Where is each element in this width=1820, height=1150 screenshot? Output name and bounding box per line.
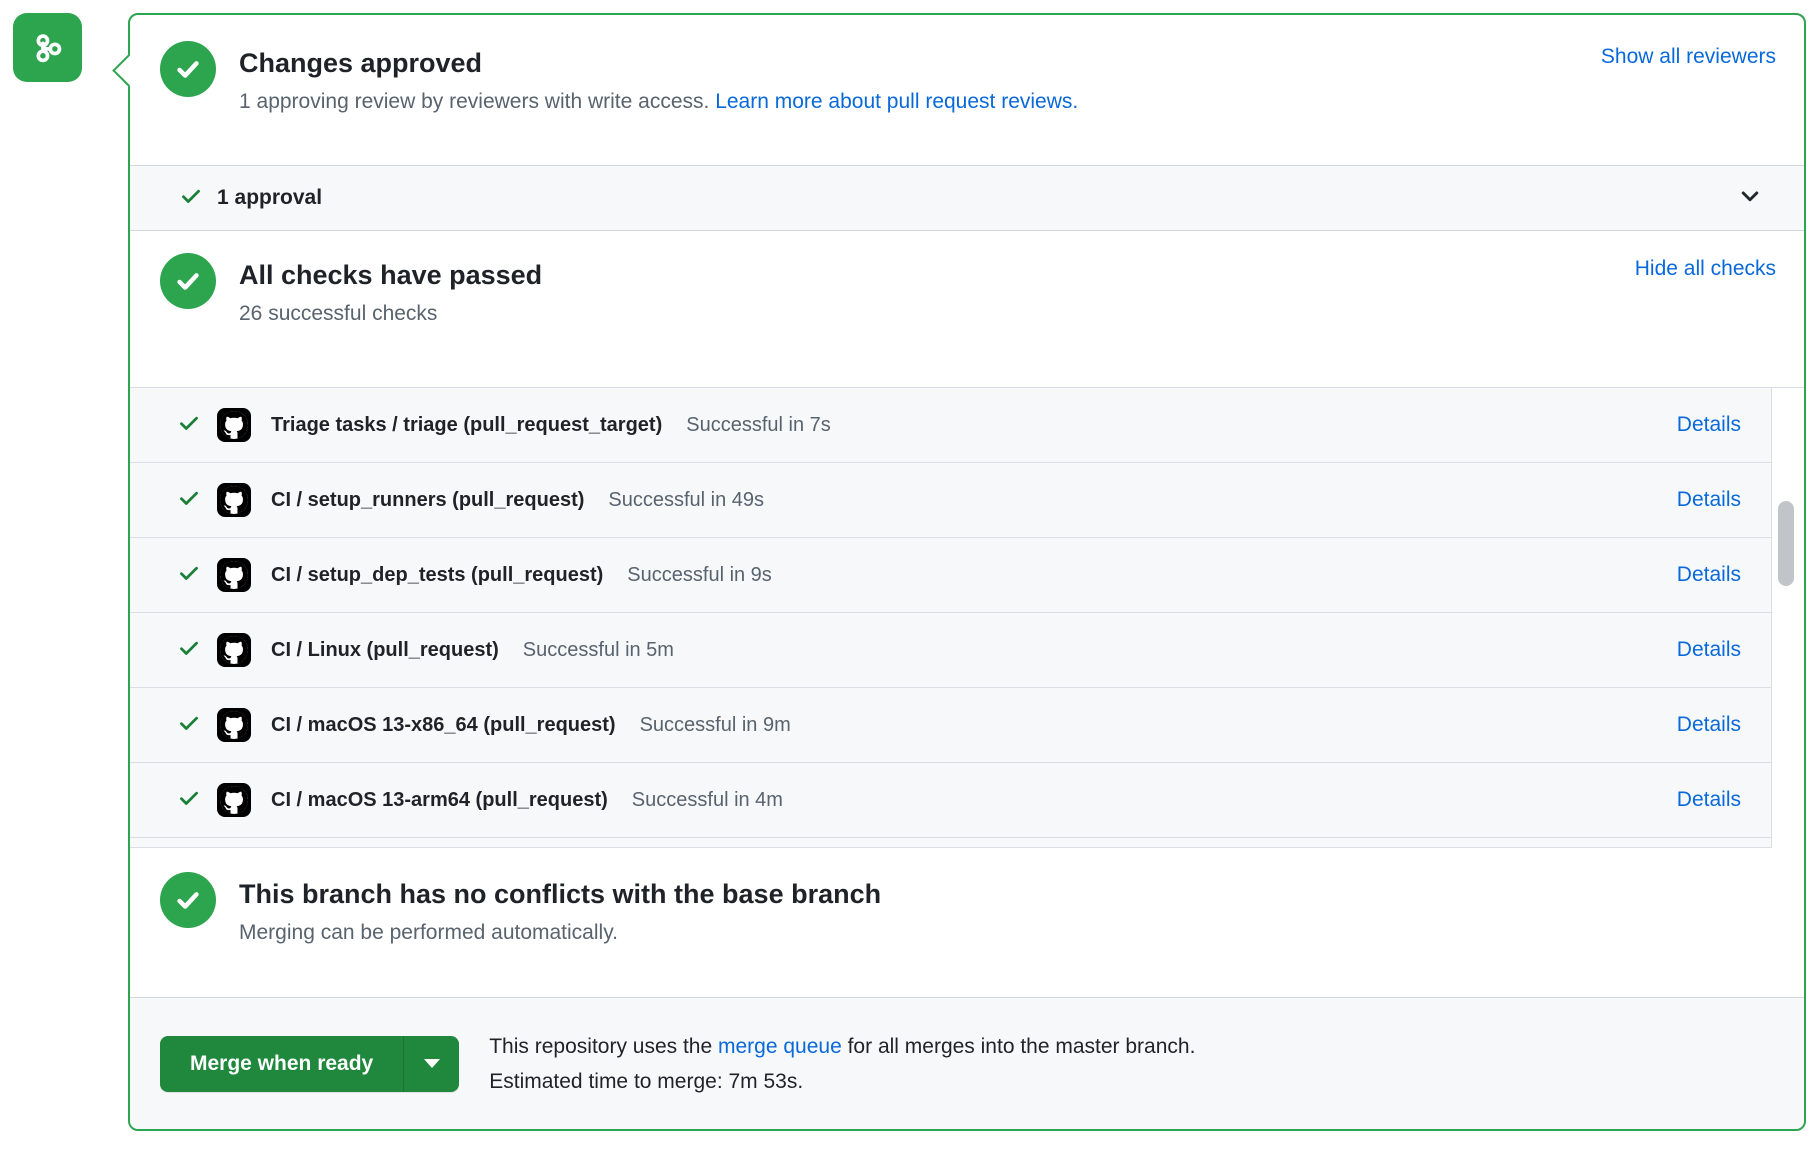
learn-more-link[interactable]: Learn more about pull request reviews. — [715, 90, 1078, 113]
check-status: Successful in 5m — [523, 639, 674, 662]
review-title: Changes approved — [239, 47, 1078, 79]
check-status: Successful in 9s — [627, 564, 772, 587]
review-subtitle: 1 approving review by reviewers with wri… — [239, 88, 1078, 115]
github-actions-avatar — [217, 558, 251, 592]
github-actions-avatar — [217, 708, 251, 742]
check-status: Successful in 9m — [640, 714, 791, 737]
check-name: Triage tasks / triage (pull_request_targ… — [271, 414, 662, 437]
check-row: CI / Linux (pull_request) Successful in … — [130, 613, 1771, 688]
github-actions-avatar — [217, 633, 251, 667]
check-status: Successful in 7s — [686, 414, 831, 437]
check-status: Successful in 4m — [632, 789, 783, 812]
checks-section: All checks have passed 26 successful che… — [130, 231, 1804, 387]
check-icon — [178, 637, 200, 664]
checks-list: Triage tasks / triage (pull_request_targ… — [130, 387, 1804, 848]
details-link[interactable]: Details — [1677, 563, 1741, 587]
check-icon — [178, 562, 200, 589]
hide-all-checks-link[interactable]: Hide all checks — [1635, 253, 1776, 281]
review-section: Changes approved 1 approving review by r… — [130, 15, 1804, 165]
check-row: CI / macOS 13-x86_64 (pull_request) Succ… — [130, 688, 1771, 763]
details-link[interactable]: Details — [1677, 638, 1741, 662]
partial-check-row — [130, 838, 1771, 848]
github-actions-avatar — [217, 483, 251, 517]
merge-footer: Merge when ready This repository uses th… — [130, 997, 1804, 1129]
check-row: CI / setup_runners (pull_request) Succes… — [130, 463, 1771, 538]
github-actions-avatar — [217, 408, 251, 442]
checks-subtitle: 26 successful checks — [239, 300, 542, 327]
conflicts-subtitle: Merging can be performed automatically. — [239, 919, 881, 946]
show-all-reviewers-link[interactable]: Show all reviewers — [1601, 41, 1776, 69]
check-icon — [180, 185, 202, 212]
check-icon — [178, 412, 200, 439]
check-icon — [178, 487, 200, 514]
git-merge-icon — [13, 13, 82, 82]
checks-passed-circle-icon — [160, 253, 216, 309]
check-row: CI / macOS 13-arm64 (pull_request) Succe… — [130, 763, 1771, 838]
check-name: CI / setup_dep_tests (pull_request) — [271, 564, 603, 587]
chevron-down-icon[interactable] — [1738, 184, 1762, 213]
scrollbar-thumb[interactable] — [1778, 501, 1794, 586]
check-name: CI / setup_runners (pull_request) — [271, 489, 584, 512]
approval-count-label: 1 approval — [217, 186, 322, 210]
merge-when-ready-button[interactable]: Merge when ready — [160, 1036, 403, 1092]
approval-summary-row[interactable]: 1 approval — [130, 165, 1804, 231]
check-icon — [178, 787, 200, 814]
review-subtitle-text: 1 approving review by reviewers with wri… — [239, 90, 715, 113]
no-conflicts-circle-icon — [160, 872, 216, 928]
details-link[interactable]: Details — [1677, 413, 1741, 437]
conflicts-title: This branch has no conflicts with the ba… — [239, 878, 881, 910]
checks-title: All checks have passed — [239, 259, 542, 291]
check-status: Successful in 49s — [608, 489, 764, 512]
merge-when-ready-button-group: Merge when ready — [160, 1036, 459, 1092]
merge-queue-link[interactable]: merge queue — [718, 1035, 842, 1058]
github-actions-avatar — [217, 783, 251, 817]
merge-box: Changes approved 1 approving review by r… — [128, 13, 1806, 1131]
dropdown-triangle-icon — [424, 1059, 440, 1068]
check-name: CI / Linux (pull_request) — [271, 639, 499, 662]
check-row: Triage tasks / triage (pull_request_targ… — [130, 388, 1771, 463]
details-link[interactable]: Details — [1677, 488, 1741, 512]
note-suffix: for all merges into the master branch. — [842, 1035, 1196, 1058]
conflicts-section: This branch has no conflicts with the ba… — [130, 848, 1804, 997]
merge-queue-note: This repository uses the merge queue for… — [489, 1029, 1195, 1099]
approved-check-circle-icon — [160, 41, 216, 97]
check-name: CI / macOS 13-arm64 (pull_request) — [271, 789, 608, 812]
check-row: CI / setup_dep_tests (pull_request) Succ… — [130, 538, 1771, 613]
details-link[interactable]: Details — [1677, 713, 1741, 737]
details-link[interactable]: Details — [1677, 788, 1741, 812]
merge-options-dropdown-button[interactable] — [403, 1036, 459, 1092]
merge-queue-note-line1: This repository uses the merge queue for… — [489, 1029, 1195, 1064]
check-icon — [178, 712, 200, 739]
merge-estimate: Estimated time to merge: 7m 53s. — [489, 1064, 1195, 1099]
note-prefix: This repository uses the — [489, 1035, 718, 1058]
check-name: CI / macOS 13-x86_64 (pull_request) — [271, 714, 616, 737]
